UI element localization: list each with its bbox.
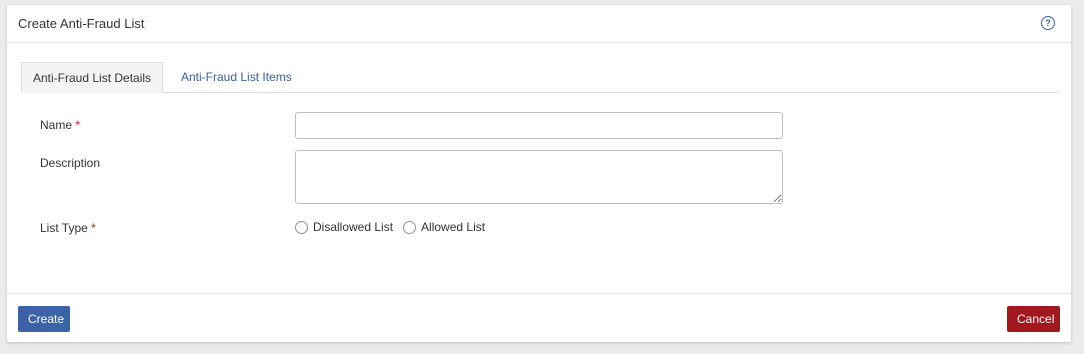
name-label: Name * bbox=[40, 118, 80, 132]
tab-bar: Anti-Fraud List Details Anti-Fraud List … bbox=[21, 62, 1058, 93]
page-title: Create Anti-Fraud List bbox=[18, 16, 145, 31]
list-type-label-text: List Type bbox=[40, 221, 88, 235]
list-type-radio-group: Disallowed List Allowed List bbox=[295, 219, 495, 235]
description-label: Description bbox=[40, 156, 100, 170]
cancel-button[interactable]: Cancel bbox=[1007, 306, 1060, 332]
radio-disallowed-circle[interactable] bbox=[295, 220, 308, 234]
name-required-mark: * bbox=[75, 118, 81, 132]
radio-disallowed-label: Disallowed List bbox=[313, 220, 394, 234]
name-input[interactable] bbox=[295, 112, 783, 139]
radio-allowed-label: Allowed List bbox=[421, 220, 486, 234]
create-button[interactable]: Create bbox=[18, 306, 70, 332]
description-input[interactable] bbox=[295, 150, 783, 204]
tab-list-details[interactable]: Anti-Fraud List Details bbox=[21, 62, 164, 93]
list-type-required-mark: * bbox=[91, 221, 96, 235]
radio-allowed-list[interactable]: Allowed List bbox=[403, 220, 485, 234]
list-type-label: List Type * bbox=[40, 221, 96, 235]
description-label-text: Description bbox=[40, 156, 101, 170]
radio-allowed-circle[interactable] bbox=[403, 220, 417, 234]
tab-list-items[interactable]: Anti-Fraud List Items bbox=[170, 62, 303, 92]
help-icon[interactable]: ? bbox=[1041, 16, 1055, 30]
radio-disallowed-list[interactable]: Disallowed List bbox=[295, 220, 393, 234]
create-list-panel: Create Anti-Fraud List ? Anti-Fraud List… bbox=[7, 5, 1071, 342]
name-label-text: Name bbox=[40, 118, 73, 132]
panel-footer: Create Cancel bbox=[7, 293, 1071, 342]
panel-header: Create Anti-Fraud List ? bbox=[7, 5, 1071, 43]
